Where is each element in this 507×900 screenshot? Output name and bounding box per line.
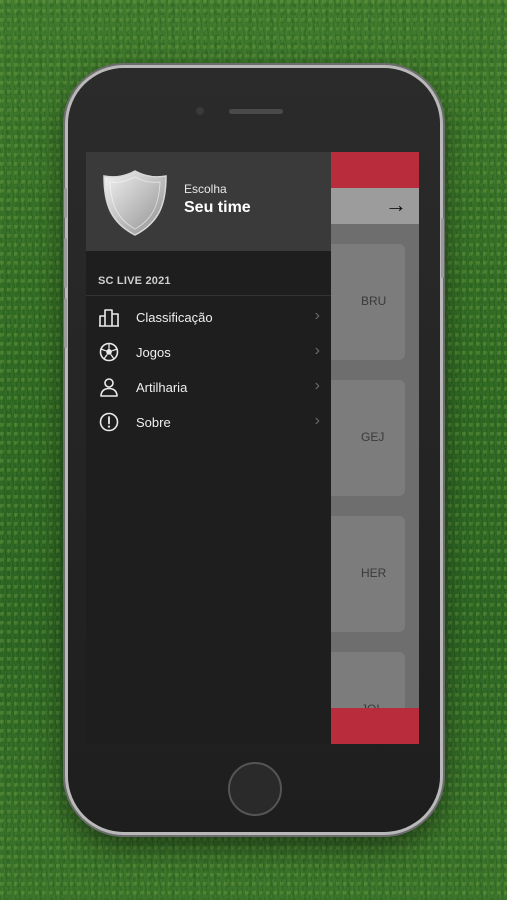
home-button[interactable] xyxy=(228,762,282,816)
power-button xyxy=(441,218,444,278)
info-icon xyxy=(99,412,119,432)
ball-icon xyxy=(99,342,119,362)
arrow-right-icon[interactable]: → xyxy=(385,192,407,218)
drawer-header[interactable]: Escolha Seu time xyxy=(86,152,331,251)
volume-up-button xyxy=(64,238,67,288)
section-title: SC LIVE 2021 xyxy=(98,275,171,287)
chevron-right-icon: › xyxy=(314,377,320,394)
team-abbr: HER xyxy=(361,566,387,580)
menu-item-label: Jogos xyxy=(136,345,171,360)
chevron-right-icon: › xyxy=(314,412,320,429)
chevron-right-icon: › xyxy=(314,342,320,359)
divider xyxy=(86,295,331,296)
menu-item-label: Classificação xyxy=(136,310,213,325)
header-title: Seu time xyxy=(184,199,251,216)
team-abbr: BRU xyxy=(361,294,387,308)
menu-item-label: Sobre xyxy=(136,415,171,430)
earpiece-speaker xyxy=(229,109,283,114)
front-camera xyxy=(196,107,204,115)
phone-screen: → nidas BRU GEJ so HER alez JOI xyxy=(86,152,419,744)
menu-item-label: Artilharia xyxy=(136,380,188,395)
header-label: Escolha xyxy=(184,182,227,196)
mute-switch xyxy=(64,188,67,218)
person-icon xyxy=(100,378,118,397)
menu-item-classificacao[interactable]: Classificação › xyxy=(86,299,331,334)
menu-item-sobre[interactable]: Sobre › xyxy=(86,404,331,439)
navigation-drawer: Escolha Seu time SC LIVE 2021 Classifica… xyxy=(86,152,331,744)
team-shield-icon xyxy=(103,170,167,236)
standings-icon xyxy=(99,309,119,327)
menu-item-artilharia[interactable]: Artilharia › xyxy=(86,369,331,404)
menu-item-jogos[interactable]: Jogos › xyxy=(86,334,331,369)
volume-down-button xyxy=(64,298,67,348)
team-abbr: GEJ xyxy=(361,430,385,444)
chevron-right-icon: › xyxy=(314,307,320,324)
